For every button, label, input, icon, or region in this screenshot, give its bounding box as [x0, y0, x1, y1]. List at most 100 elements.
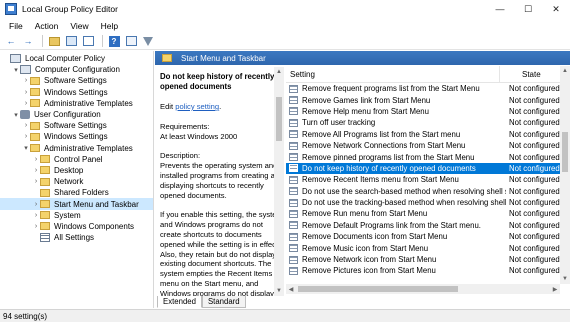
collapse-chevron-icon[interactable]: ▾: [12, 65, 20, 75]
tree-item[interactable]: › Software Settings: [0, 120, 153, 131]
policy-title: Do not keep history of recently opened d…: [160, 72, 275, 91]
setting-row[interactable]: Remove Documents icon from Start Menu Not…: [286, 231, 560, 242]
forward-arrow-icon[interactable]: →: [21, 35, 35, 48]
tree-item-label: Computer Configuration: [35, 65, 120, 75]
menu-view[interactable]: View: [64, 21, 94, 31]
tab-standard[interactable]: Standard: [201, 296, 246, 308]
tree-item[interactable]: › Windows Components: [0, 221, 153, 232]
tree-item[interactable]: › Network: [0, 176, 153, 187]
setting-row[interactable]: Remove frequent programs list from the S…: [286, 83, 560, 94]
scroll-right-icon[interactable]: ▶: [550, 284, 560, 294]
setting-row[interactable]: Do not use the tracking-based method whe…: [286, 197, 560, 208]
help-icon[interactable]: ?: [107, 35, 121, 48]
tree-item[interactable]: › Administrative Templates: [0, 98, 153, 109]
setting-count: 94 setting(s): [3, 311, 48, 321]
menu-help[interactable]: Help: [95, 21, 124, 31]
setting-row[interactable]: Do not keep history of recently opened d…: [286, 162, 560, 175]
setting-state: Not configured: [509, 186, 560, 196]
tree-item[interactable]: ▾ Computer Configuration: [0, 64, 153, 75]
scroll-left-icon[interactable]: ◀: [286, 284, 296, 294]
expand-chevron-icon[interactable]: ›: [32, 165, 40, 175]
tree-item[interactable]: Shared Folders: [0, 187, 153, 198]
window-title: Local Group Policy Editor: [22, 4, 118, 14]
tree-item[interactable]: › Control Panel: [0, 154, 153, 165]
collapse-chevron-icon[interactable]: ▾: [22, 143, 30, 153]
tree-item[interactable]: › System: [0, 210, 153, 221]
settings-horizontal-scrollbar[interactable]: ◀ ▶: [286, 284, 560, 294]
show-hide-tree-icon[interactable]: [64, 35, 78, 48]
expand-chevron-icon[interactable]: ›: [32, 154, 40, 164]
scroll-down-icon[interactable]: ▼: [560, 274, 570, 284]
setting-row[interactable]: Remove pinned programs list from the Sta…: [286, 151, 560, 162]
expand-chevron-icon[interactable]: ›: [32, 199, 40, 209]
setting-name: Remove Games link from Start Menu: [302, 95, 431, 105]
tab-extended[interactable]: Extended: [157, 296, 202, 308]
description-scrollbar[interactable]: ▲ ▼: [274, 67, 284, 296]
folder-icon: [30, 121, 40, 130]
menu-file[interactable]: File: [3, 21, 29, 31]
scroll-down-icon[interactable]: ▼: [274, 286, 284, 296]
setting-row[interactable]: Remove Network Connections from Start Me…: [286, 140, 560, 151]
category-header: Start Menu and Taskbar: [155, 51, 570, 65]
minimize-button[interactable]: —: [486, 0, 514, 18]
expand-chevron-icon[interactable]: ›: [32, 210, 40, 220]
tree-item[interactable]: ▾ Administrative Templates: [0, 143, 153, 154]
tree-item[interactable]: ▾ User Configuration: [0, 109, 153, 120]
setting-row[interactable]: Remove All Programs list from the Start …: [286, 129, 560, 140]
setting-row[interactable]: Remove Help menu from Start Menu Not conf…: [286, 106, 560, 117]
scroll-thumb[interactable]: [562, 132, 568, 172]
tree-item[interactable]: › Start Menu and Taskbar: [0, 198, 153, 210]
edit-policy-link[interactable]: policy setting: [175, 102, 219, 111]
folder-up-icon[interactable]: [47, 35, 61, 48]
setting-row[interactable]: Do not use the search-based method when …: [286, 186, 560, 197]
edit-policy-line: Edit policy setting.: [160, 102, 285, 112]
tree-item[interactable]: › Software Settings: [0, 75, 153, 86]
expand-chevron-icon: [32, 233, 40, 243]
tree-item[interactable]: › Windows Settings: [0, 131, 153, 142]
expand-chevron-icon[interactable]: ›: [32, 177, 40, 187]
toolbar-separator: [42, 35, 43, 47]
tree-item[interactable]: › Desktop: [0, 165, 153, 176]
expand-chevron-icon[interactable]: ›: [32, 221, 40, 231]
setting-row[interactable]: Remove Network icon from Start Menu Not c…: [286, 254, 560, 265]
tree-item[interactable]: › Windows Settings: [0, 87, 153, 98]
back-arrow-icon[interactable]: ←: [4, 35, 18, 48]
filter-icon[interactable]: [141, 35, 155, 48]
setting-row[interactable]: Remove Run menu from Start Menu Not confi…: [286, 208, 560, 219]
setting-row[interactable]: Remove Pictures icon from Start Menu Not …: [286, 265, 560, 276]
scroll-thumb[interactable]: [298, 286, 458, 292]
settings-vertical-scrollbar[interactable]: ▲ ▼: [560, 66, 570, 284]
expand-chevron-icon[interactable]: ›: [22, 132, 30, 142]
expand-chevron-icon[interactable]: ›: [22, 121, 30, 131]
setting-row[interactable]: Remove Games link from Start Menu Not con…: [286, 94, 560, 105]
folder-icon: [30, 99, 40, 108]
tree-item-label: Software Settings: [44, 76, 107, 86]
maximize-button[interactable]: ☐: [514, 0, 542, 18]
export-list-icon[interactable]: [81, 35, 95, 48]
scroll-thumb[interactable]: [276, 97, 282, 141]
setting-row[interactable]: Remove Recent Items menu from Start Menu…: [286, 174, 560, 185]
setting-row[interactable]: Remove Default Programs link from the St…: [286, 220, 560, 231]
setting-state: Not configured: [509, 209, 560, 219]
collapse-chevron-icon[interactable]: ▾: [12, 110, 20, 120]
tree-item-label: Start Menu and Taskbar: [54, 199, 139, 209]
tree-item-label: Software Settings: [44, 121, 107, 131]
setting-row[interactable]: Turn off user tracking Not configured: [286, 117, 560, 128]
column-header-setting[interactable]: Setting: [286, 66, 500, 82]
setting-name: Do not keep history of recently opened d…: [302, 163, 476, 173]
expand-chevron-icon[interactable]: ›: [22, 87, 30, 97]
close-button[interactable]: ✕: [542, 0, 570, 18]
menu-action[interactable]: Action: [29, 21, 65, 31]
properties-icon[interactable]: [124, 35, 138, 48]
expand-chevron-icon[interactable]: ›: [22, 76, 30, 86]
tree-item-label: User Configuration: [34, 110, 101, 120]
expand-chevron-icon[interactable]: ›: [22, 98, 30, 108]
scroll-up-icon[interactable]: ▲: [560, 66, 570, 76]
scroll-up-icon[interactable]: ▲: [274, 67, 284, 77]
policy-setting-icon: [289, 84, 298, 93]
tree-item[interactable]: Local Computer Policy: [0, 53, 153, 64]
column-header-state[interactable]: State: [500, 70, 541, 79]
tree-item[interactable]: All Settings: [0, 232, 153, 243]
setting-row[interactable]: Remove Music icon from Start Menu Not con…: [286, 242, 560, 253]
edit-suffix: .: [219, 102, 222, 111]
